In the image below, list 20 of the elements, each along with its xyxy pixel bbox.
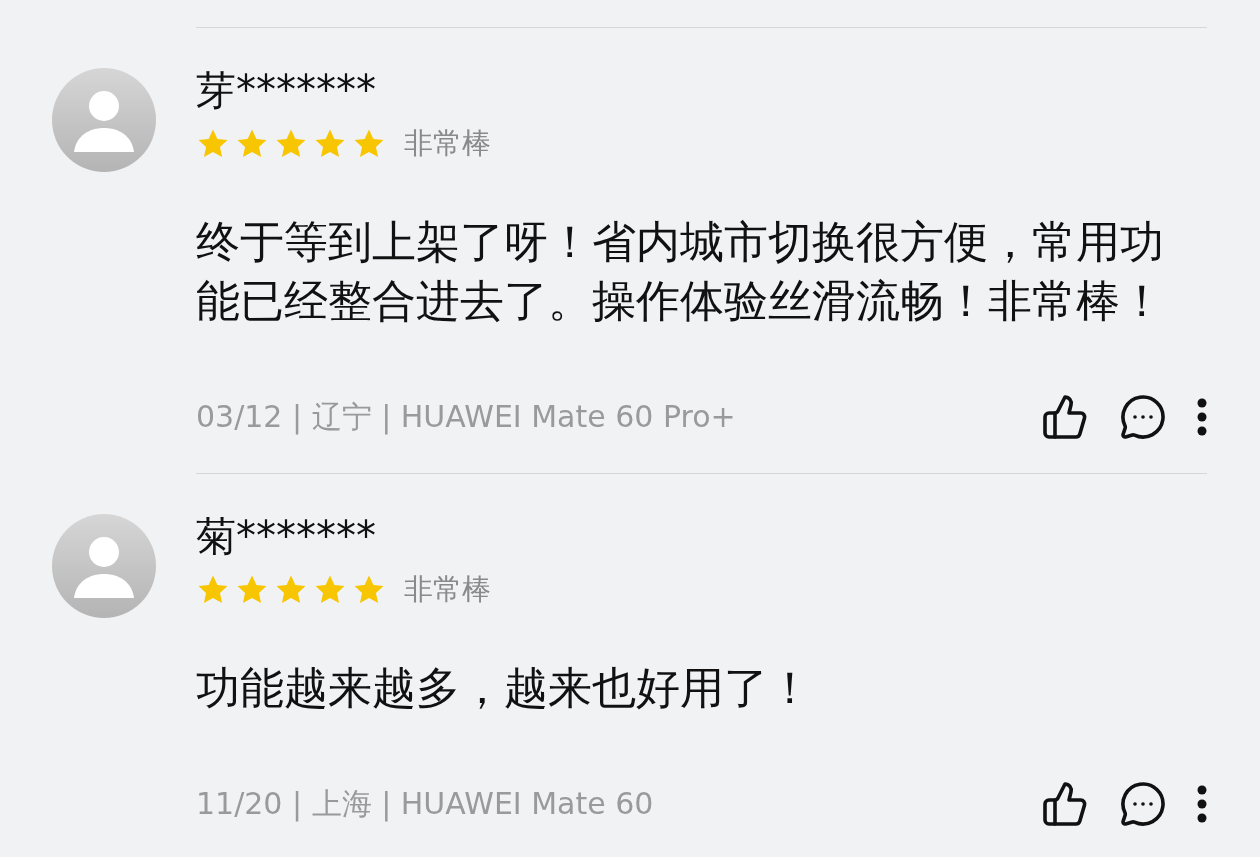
review-meta: 03/12 | 辽宁 | HUAWEI Mate 60 Pro+: [196, 397, 737, 437]
comment-button[interactable]: [1119, 780, 1167, 828]
user-name: 芽*******: [196, 68, 377, 112]
rating-label: 非常棒: [404, 571, 491, 608]
comment-icon: [1119, 780, 1167, 828]
more-icon: [1197, 785, 1207, 823]
more-button[interactable]: [1197, 785, 1207, 823]
user-name: 菊*******: [196, 514, 377, 558]
review-meta: 11/20 | 上海 | HUAWEI Mate 60: [196, 784, 655, 824]
review-text: 终于等到上架了呀！省内城市切换很方便，常用功能已经整合进去了。操作体验丝滑流畅！非常棒！: [196, 215, 1165, 328]
thumbs-up-icon: [1041, 780, 1089, 828]
like-button[interactable]: [1041, 393, 1089, 441]
comment-icon: [1119, 393, 1167, 441]
more-icon: [1197, 398, 1207, 436]
like-button[interactable]: [1041, 780, 1089, 828]
rating-label: 非常棒: [404, 125, 491, 162]
comment-button[interactable]: [1119, 393, 1167, 441]
review-text: 功能越来越多，越来也好用了！: [196, 661, 813, 715]
more-button[interactable]: [1197, 398, 1207, 436]
thumbs-up-icon: [1041, 393, 1089, 441]
